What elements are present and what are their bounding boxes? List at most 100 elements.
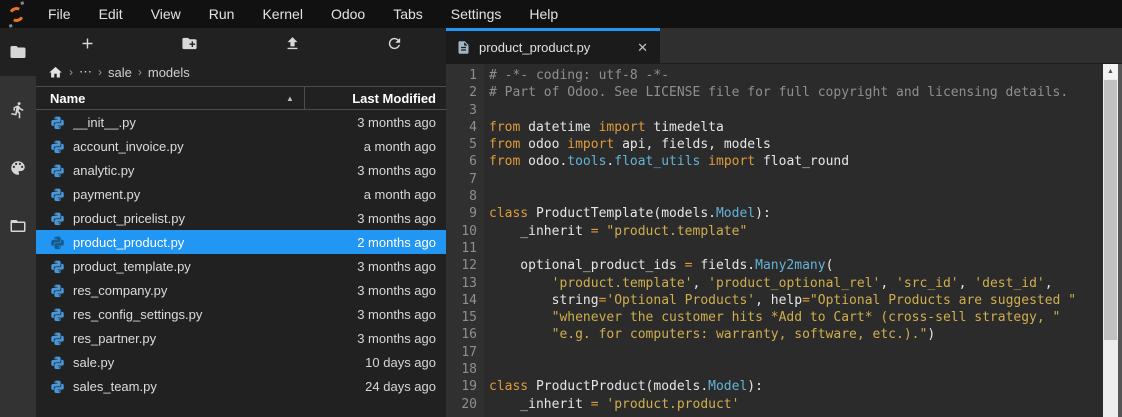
- sidebar-tab-file-browser[interactable]: [0, 28, 36, 76]
- sidebar-tab-open-tabs[interactable]: [0, 202, 36, 250]
- vertical-scrollbar[interactable]: ▲: [1103, 64, 1118, 417]
- editor-tab-product-product[interactable]: product_product.py ✕: [446, 28, 660, 64]
- file-row-account_invoice.py[interactable]: account_invoice.pya month ago: [36, 134, 446, 158]
- file-name: res_partner.py: [73, 331, 357, 346]
- code-line[interactable]: 17: [446, 344, 1103, 361]
- menu-item-run[interactable]: Run: [195, 0, 249, 28]
- line-number: 4: [446, 119, 484, 136]
- breadcrumb-item[interactable]: models: [148, 65, 190, 80]
- file-row-product_template.py[interactable]: product_template.py3 months ago: [36, 254, 446, 278]
- code-line[interactable]: 10 _inherit = "product.template": [446, 223, 1103, 240]
- scrollbar-thumb[interactable]: [1104, 80, 1117, 340]
- file-last-modified: 3 months ago: [357, 115, 436, 130]
- code-line[interactable]: 1# -*- coding: utf-8 -*-: [446, 67, 1103, 84]
- line-number: 8: [446, 188, 484, 205]
- code-line[interactable]: 20 _inherit = 'product.product': [446, 396, 1103, 413]
- code-text: "whenever the customer hits *Add to Cart…: [484, 309, 1060, 326]
- line-number: 17: [446, 344, 484, 361]
- menu-item-file[interactable]: File: [34, 0, 85, 28]
- python-file-icon: [50, 259, 65, 274]
- code-line[interactable]: 3: [446, 102, 1103, 119]
- file-row-product_product.py[interactable]: product_product.py2 months ago: [36, 230, 446, 254]
- menu-item-odoo[interactable]: Odoo: [317, 0, 379, 28]
- python-file-icon: [50, 211, 65, 226]
- file-name: product_pricelist.py: [73, 211, 357, 226]
- menu-item-edit[interactable]: Edit: [85, 0, 137, 28]
- file-last-modified: 3 months ago: [357, 259, 436, 274]
- panel-right-edge: [1118, 64, 1122, 417]
- line-number: 19: [446, 378, 484, 395]
- code-line[interactable]: 9class ProductTemplate(models.Model):: [446, 205, 1103, 222]
- file-name: sales_team.py: [73, 379, 365, 394]
- file-last-modified: 3 months ago: [357, 307, 436, 322]
- file-browser-toolbar: [36, 28, 446, 58]
- editor-panel: product_product.py ✕ 1# -*- coding: utf-…: [446, 28, 1122, 417]
- breadcrumb-item[interactable]: ⋯: [79, 64, 92, 80]
- file-name: res_config_settings.py: [73, 307, 357, 322]
- file-row-payment.py[interactable]: payment.pya month ago: [36, 182, 446, 206]
- file-row-res_config_settings.py[interactable]: res_config_settings.py3 months ago: [36, 302, 446, 326]
- file-last-modified: 10 days ago: [365, 355, 436, 370]
- left-sidebar: [0, 28, 36, 417]
- code-line[interactable]: 11: [446, 240, 1103, 257]
- code-line[interactable]: 4from datetime import timedelta: [446, 119, 1103, 136]
- refresh-button[interactable]: [344, 35, 447, 52]
- file-row-res_partner.py[interactable]: res_partner.py3 months ago: [36, 326, 446, 350]
- file-row-__init__.py[interactable]: __init__.py3 months ago: [36, 110, 446, 134]
- file-row-product_pricelist.py[interactable]: product_pricelist.py3 months ago: [36, 206, 446, 230]
- code-editor[interactable]: 1# -*- coding: utf-8 -*-2# Part of Odoo.…: [446, 64, 1103, 417]
- menu-item-settings[interactable]: Settings: [437, 0, 516, 28]
- sidebar-tab-command-palette[interactable]: [0, 144, 36, 192]
- file-row-analytic.py[interactable]: analytic.py3 months ago: [36, 158, 446, 182]
- menu-item-view[interactable]: View: [137, 0, 195, 28]
- menu-bar: FileEditViewRunKernelOdooTabsSettingsHel…: [0, 0, 1122, 28]
- code-line[interactable]: 8: [446, 188, 1103, 205]
- code-text: "e.g. for computers: warranty, software,…: [484, 326, 935, 343]
- python-file-icon: [50, 235, 65, 250]
- code-text: class ProductProduct(models.Model):: [484, 378, 763, 395]
- file-row-res_company.py[interactable]: res_company.py3 months ago: [36, 278, 446, 302]
- breadcrumb-separator-icon: ›: [98, 65, 102, 79]
- code-text: [484, 188, 489, 205]
- code-line[interactable]: 15 "whenever the customer hits *Add to C…: [446, 309, 1103, 326]
- code-line[interactable]: 2# Part of Odoo. See LICENSE file for fu…: [446, 84, 1103, 101]
- column-header-name[interactable]: Name: [36, 91, 286, 106]
- breadcrumb-item[interactable]: sale: [108, 65, 132, 80]
- line-number: 2: [446, 84, 484, 101]
- menu-item-tabs[interactable]: Tabs: [379, 0, 437, 28]
- code-text: _inherit = 'product.product': [484, 396, 739, 413]
- code-line[interactable]: 18: [446, 361, 1103, 378]
- upload-button[interactable]: [241, 35, 344, 52]
- file-name: res_company.py: [73, 283, 357, 298]
- code-line[interactable]: 5from odoo import api, fields, models: [446, 136, 1103, 153]
- odoo-spinner-icon[interactable]: [7, 5, 26, 24]
- code-line[interactable]: 14 string='Optional Products', help="Opt…: [446, 292, 1103, 309]
- file-row-sales_team.py[interactable]: sales_team.py24 days ago: [36, 374, 446, 398]
- code-text: from odoo import api, fields, models: [484, 136, 771, 153]
- code-line[interactable]: 19class ProductProduct(models.Model):: [446, 378, 1103, 395]
- scroll-up-arrow-icon[interactable]: ▲: [1103, 64, 1118, 79]
- file-name: __init__.py: [73, 115, 357, 130]
- file-name: product_template.py: [73, 259, 357, 274]
- code-line[interactable]: 7: [446, 171, 1103, 188]
- file-row-sale.py[interactable]: sale.py10 days ago: [36, 350, 446, 374]
- close-icon[interactable]: ✕: [635, 40, 650, 56]
- code-text: [484, 102, 489, 119]
- menu-item-help[interactable]: Help: [515, 0, 572, 28]
- sort-ascending-icon[interactable]: ▲: [286, 94, 304, 103]
- menu-item-kernel[interactable]: Kernel: [248, 0, 316, 28]
- editor-tab-bar: product_product.py ✕: [446, 28, 1122, 64]
- code-text: [484, 344, 489, 361]
- sidebar-tab-running-sessions[interactable]: [0, 86, 36, 134]
- column-header-last-modified[interactable]: Last Modified: [305, 91, 446, 106]
- code-line[interactable]: 16 "e.g. for computers: warranty, softwa…: [446, 326, 1103, 343]
- home-icon[interactable]: [48, 65, 63, 80]
- new-launcher-button[interactable]: [36, 35, 139, 52]
- code-line[interactable]: 6from odoo.tools.float_utils import floa…: [446, 153, 1103, 170]
- line-number: 16: [446, 326, 484, 343]
- python-file-icon: [50, 307, 65, 322]
- code-line[interactable]: 12 optional_product_ids = fields.Many2ma…: [446, 257, 1103, 274]
- line-number: 11: [446, 240, 484, 257]
- new-folder-button[interactable]: [139, 35, 242, 52]
- code-line[interactable]: 13 'product.template', 'product_optional…: [446, 275, 1103, 292]
